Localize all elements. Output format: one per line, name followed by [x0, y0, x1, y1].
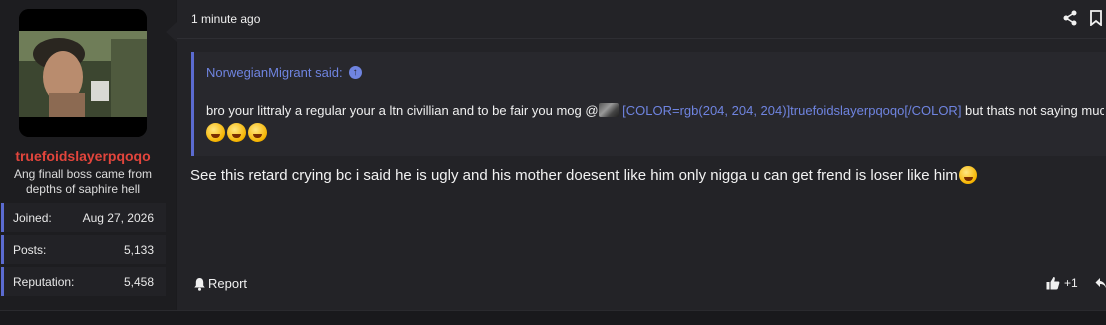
- avatar-image: [19, 9, 147, 137]
- report-label[interactable]: Report: [208, 276, 247, 291]
- quote-emojis: [206, 123, 267, 142]
- post-arrow: [166, 22, 177, 42]
- stat-value: 5,133: [123, 243, 154, 257]
- post-message-text: See this retard crying bc i said he is u…: [190, 166, 958, 184]
- user-panel: truefoidslayerpqoqo Ang finall boss came…: [0, 0, 176, 310]
- quote-header[interactable]: NorwegianMigrant said: ↑: [206, 65, 362, 80]
- stat-reputation: Reputation: 5,458: [1, 267, 166, 296]
- quote-author[interactable]: NorwegianMigrant said:: [206, 65, 343, 80]
- quote-text-before: bro your littraly a regular your a ltn c…: [206, 103, 599, 118]
- bookmark-icon[interactable]: [1090, 10, 1102, 26]
- stat-joined: Joined: Aug 27, 2026: [1, 203, 166, 232]
- laughing-tears-emoji-icon: [958, 166, 977, 184]
- reply-icon[interactable]: [1095, 277, 1106, 289]
- bell-icon: [194, 277, 205, 291]
- stat-label: Joined:: [13, 211, 52, 225]
- post-body: 1 minute ago NorwegianMigrant said: ↑ br…: [177, 0, 1106, 310]
- user-avatar[interactable]: [19, 9, 147, 137]
- post-header: 1 minute ago: [177, 0, 1106, 39]
- mention-link[interactable]: [COLOR=rgb(204, 204, 204)]truefoidslayer…: [622, 103, 961, 118]
- quote-block: NorwegianMigrant said: ↑ bro your littra…: [191, 52, 1106, 156]
- like-button[interactable]: +1: [1046, 276, 1078, 290]
- stat-value: 5,458: [123, 275, 154, 289]
- like-count: +1: [1064, 276, 1078, 290]
- stat-label: Reputation:: [13, 275, 75, 289]
- share-icon[interactable]: [1062, 10, 1078, 26]
- stat-posts: Posts: 5,133: [1, 235, 166, 264]
- mention-avatar: [598, 103, 619, 117]
- next-post-separator: [0, 310, 1106, 325]
- post-message: See this retard crying bc i said he is u…: [190, 166, 977, 184]
- stat-value: Aug 27, 2026: [82, 211, 154, 225]
- quote-text: bro your littraly a regular your a ltn c…: [206, 103, 1104, 118]
- post-timestamp[interactable]: 1 minute ago: [191, 12, 260, 26]
- username[interactable]: truefoidslayerpqoqo: [0, 148, 166, 164]
- report-button[interactable]: Report: [193, 276, 247, 291]
- user-title: Ang finall boss came from depths of saph…: [13, 167, 153, 196]
- stat-label: Posts:: [13, 243, 47, 257]
- arrow-up-icon[interactable]: ↑: [348, 66, 362, 79]
- grin-emoji-icon: [248, 123, 267, 142]
- quote-text-after: but thats not saying much: [961, 103, 1104, 118]
- rofl-emoji-icon: [206, 123, 225, 142]
- thumbs-up-icon: [1046, 277, 1060, 290]
- rofl-emoji-icon: [227, 123, 246, 142]
